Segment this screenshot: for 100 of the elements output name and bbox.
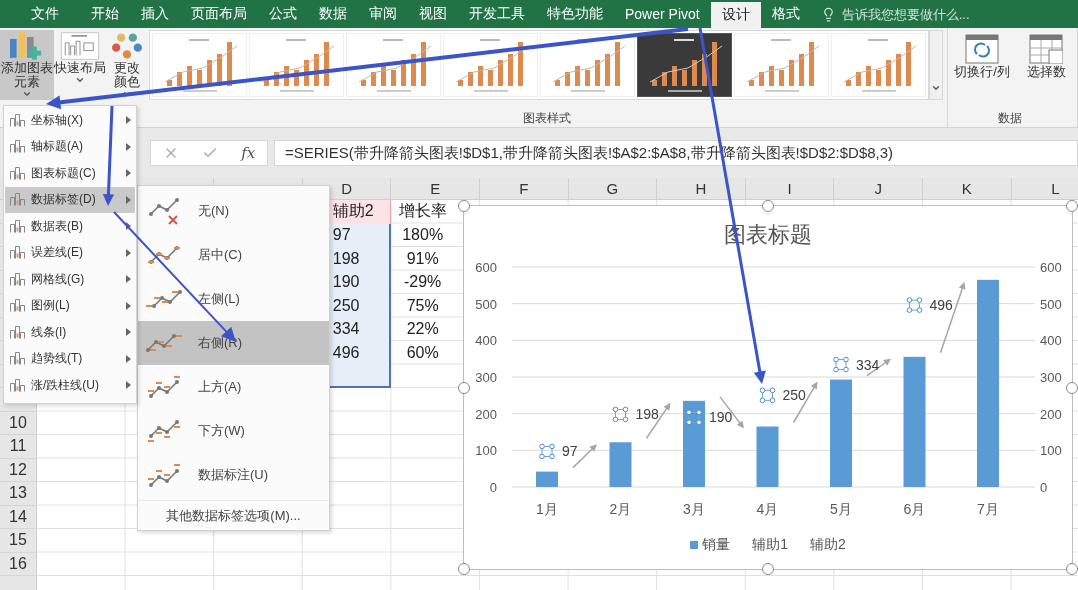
data-label: 190	[709, 409, 733, 426]
insert-function-button[interactable]: fx	[241, 144, 256, 162]
resize-handle[interactable]	[458, 563, 470, 575]
ribbon-button[interactable]: 更改颜色	[106, 30, 147, 100]
menu-item[interactable]: 轴标题(A)	[5, 133, 135, 160]
resize-handle[interactable]	[762, 563, 774, 575]
legend-label: 辅助2	[810, 536, 846, 554]
ribbon-button[interactable]: 添加图表元素	[0, 30, 55, 100]
label-selection-icon	[833, 356, 849, 373]
row-header: 14	[0, 505, 37, 529]
ribbon-tab[interactable]: 特色功能	[536, 0, 614, 28]
category-label: 7月	[977, 501, 999, 517]
category-label: 2月	[609, 501, 632, 517]
submenu-arrow-icon	[126, 222, 131, 231]
data-label: 496	[929, 297, 953, 314]
label-selection-icon	[906, 297, 923, 313]
caret-icon	[931, 83, 941, 93]
ribbon-tab[interactable]: 开始	[80, 0, 130, 28]
data-label-option-icon	[148, 463, 180, 487]
axis-label: 400	[1040, 333, 1062, 349]
ribbon-tab[interactable]: 页面布局	[180, 0, 258, 28]
ribbon-tab[interactable]: 格式	[760, 0, 811, 28]
menu-item[interactable]: 趋势线(T)	[5, 345, 135, 372]
axis-label: 300	[475, 370, 497, 385]
resize-handle[interactable]	[458, 200, 470, 212]
chart-style-option[interactable]	[637, 33, 732, 97]
axis-label: 500	[1040, 296, 1062, 312]
resize-handle[interactable]	[1066, 381, 1078, 394]
menu-item[interactable]: 涨/跌柱线(U)	[5, 372, 135, 399]
column-header: E	[391, 178, 480, 200]
submenu-item[interactable]: 下方(W)	[138, 409, 329, 453]
label-selection-icon	[686, 409, 702, 426]
column-header: K	[922, 178, 1012, 200]
axis-label: 0	[489, 480, 497, 495]
resize-handle[interactable]	[458, 381, 470, 394]
axis-label: 500	[475, 296, 497, 312]
ribbon-tab[interactable]: 视图	[408, 0, 458, 28]
caret-icon	[75, 75, 86, 85]
menu-item[interactable]: 线条(I)	[5, 319, 135, 346]
submenu-arrow-icon	[126, 195, 131, 204]
chart-element-icon	[10, 299, 25, 313]
group-label: 数据	[997, 110, 1023, 127]
table-cell-text: 60%	[405, 342, 440, 363]
ribbon-tab[interactable]: 开发工具	[458, 0, 536, 28]
axis-label: 400	[475, 333, 497, 349]
chart-element-icon	[10, 352, 25, 366]
menu-item[interactable]: 图表标题(C)	[5, 160, 135, 187]
table-cell-text: 增长率	[397, 201, 448, 222]
submenu-item[interactable]: 上方(A)	[138, 365, 329, 409]
axis-label: 100	[475, 443, 497, 459]
row-header: 16	[0, 552, 37, 576]
column-header: H	[657, 178, 746, 200]
submenu-arrow-icon	[126, 142, 131, 151]
ribbon-tab[interactable]: Power Pivot	[614, 0, 711, 28]
ribbon-tab[interactable]: 插入	[130, 0, 180, 28]
ribbon-button[interactable]: 切换行/列	[948, 32, 1016, 102]
category-label: 3月	[683, 501, 705, 517]
chart-element-icon	[10, 166, 25, 180]
ribbon-tab[interactable]: 数据	[308, 0, 358, 28]
submenu-item[interactable]: 其他数据标签选项(M)...	[138, 500, 329, 530]
menu-item[interactable]: 数据表(B)	[5, 213, 135, 240]
tell-me-field[interactable]: 告诉我您想要做什么...	[839, 5, 1040, 23]
submenu-arrow-icon	[126, 354, 131, 363]
category-label: 4月	[756, 501, 779, 517]
group-label: 图表样式	[522, 110, 572, 127]
column-header: L	[1011, 178, 1078, 200]
ribbon-tab[interactable]: 设计	[710, 2, 761, 28]
submenu-arrow-icon	[126, 328, 131, 337]
axis-label: 600	[1040, 260, 1062, 275]
color-palette-icon	[111, 32, 142, 60]
table-cell-text: 180%	[401, 225, 445, 246]
menu-item[interactable]: 误差线(E)	[5, 239, 135, 266]
ribbon-tab[interactable]: 审阅	[358, 0, 408, 28]
column-header: G	[568, 178, 658, 200]
ribbon-button[interactable]: 选择数	[1016, 32, 1076, 102]
select-data-icon	[1029, 34, 1063, 64]
menu-item[interactable]: 数据标签(D)	[5, 186, 135, 213]
chart-element-icon	[10, 113, 25, 127]
data-label-option-icon	[146, 290, 182, 308]
ribbon-button[interactable]: 快速布局	[54, 30, 107, 100]
ribbon-tab[interactable]: 文件	[10, 0, 80, 28]
axis-label: 600	[475, 260, 497, 275]
switch-row-column-icon	[965, 34, 999, 64]
chart-element-icon	[10, 272, 25, 286]
row-header: 12	[0, 458, 37, 482]
resize-handle[interactable]	[1066, 563, 1078, 575]
submenu-arrow-icon	[126, 275, 131, 284]
data-label: 198	[635, 406, 659, 423]
chart-element-icon	[10, 246, 25, 260]
table-cell-text: 75%	[405, 295, 440, 316]
menu-item[interactable]: 图例(L)	[5, 292, 135, 319]
resize-handle[interactable]	[762, 200, 774, 212]
resize-handle[interactable]	[1066, 200, 1078, 212]
submenu-arrow-icon	[126, 116, 131, 125]
submenu-item[interactable]: 数据标注(U)	[138, 453, 329, 497]
submenu-arrow-icon	[126, 248, 131, 257]
ribbon-tab[interactable]: 公式	[258, 0, 308, 28]
menu-item[interactable]: 网格线(G)	[5, 266, 135, 293]
menu-item[interactable]: 坐标轴(X)	[5, 107, 135, 134]
axis-label: 300	[1040, 370, 1062, 385]
